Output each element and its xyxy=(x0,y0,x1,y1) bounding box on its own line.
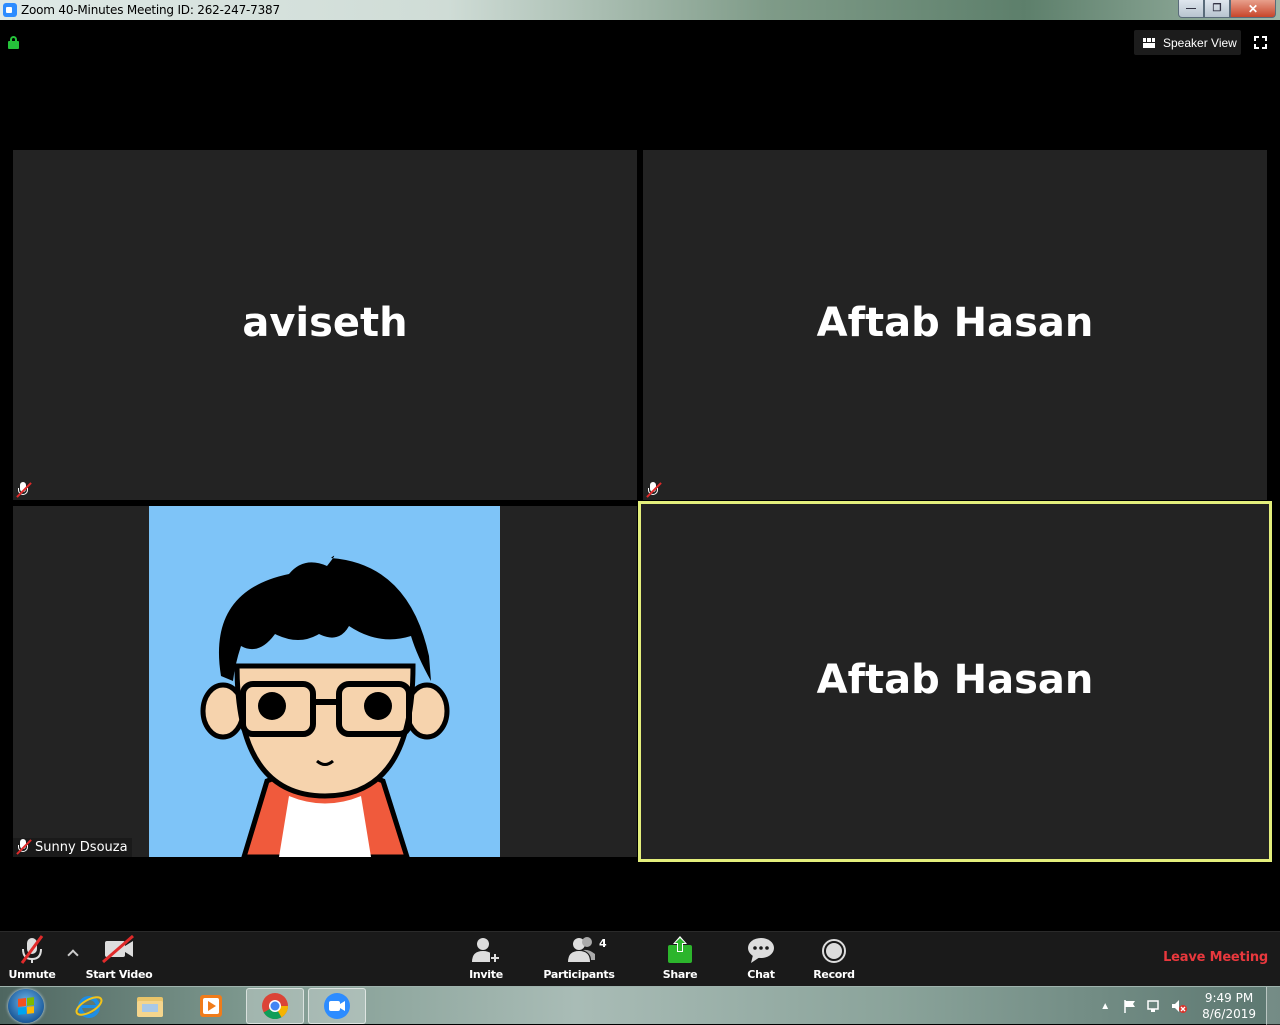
participant-name: Sunny Dsouza xyxy=(35,840,128,855)
chat-bubble-icon xyxy=(741,932,781,966)
video-tile-active-speaker[interactable]: Aftab Hasan xyxy=(638,501,1272,862)
participant-avatar xyxy=(149,506,500,857)
system-tray: ▲ 9:49 PM 8/6/2019 xyxy=(1100,987,1280,1025)
meeting-controls-toolbar: Unmute Start Video Invite 4 Participants… xyxy=(0,931,1280,986)
unmute-label: Unmute xyxy=(8,968,56,981)
participants-icon: 4 xyxy=(549,932,609,966)
participant-name: Aftab Hasan xyxy=(816,300,1094,346)
add-user-icon xyxy=(466,932,506,966)
participant-name: Aftab Hasan xyxy=(816,657,1094,703)
record-button[interactable]: Record xyxy=(812,932,856,987)
share-screen-icon xyxy=(660,932,700,966)
file-explorer-icon xyxy=(137,997,163,1017)
unmute-button[interactable]: Unmute xyxy=(8,932,56,987)
maximize-icon: ❐ xyxy=(1212,3,1222,14)
muted-mic-icon xyxy=(15,839,33,855)
clock-date: 8/6/2019 xyxy=(1202,1007,1256,1021)
fullscreen-icon[interactable] xyxy=(1254,36,1267,49)
start-video-label: Start Video xyxy=(85,968,153,981)
invite-button[interactable]: Invite xyxy=(466,932,506,987)
file-explorer-taskbar-button[interactable] xyxy=(121,988,179,1024)
speaker-view-label: Speaker View xyxy=(1163,35,1237,50)
participants-label: Participants xyxy=(543,968,615,981)
windows-taskbar: ▲ 9:49 PM 8/6/2019 xyxy=(0,986,1280,1025)
taskbar-clock[interactable]: 9:49 PM 8/6/2019 xyxy=(1202,990,1256,1022)
windows-logo-icon xyxy=(18,997,34,1015)
media-player-icon xyxy=(200,995,222,1017)
start-video-button[interactable]: Start Video xyxy=(85,932,153,987)
zoom-taskbar-button[interactable] xyxy=(308,988,366,1024)
audio-options-chevron-up-icon[interactable] xyxy=(66,948,80,958)
zoom-icon xyxy=(324,993,350,1019)
action-center-flag-icon[interactable] xyxy=(1122,998,1138,1014)
clock-time: 9:49 PM xyxy=(1204,991,1254,1005)
participant-name: aviseth xyxy=(242,300,408,346)
start-button[interactable] xyxy=(8,989,44,1023)
media-player-taskbar-button[interactable] xyxy=(182,988,240,1024)
internet-explorer-icon xyxy=(75,996,103,1018)
avatar-illustration xyxy=(200,555,450,857)
maximize-button[interactable]: ❐ xyxy=(1204,0,1230,18)
minimize-icon: — xyxy=(1186,3,1196,14)
muted-microphone-icon xyxy=(12,932,52,966)
zoom-app-icon xyxy=(3,3,17,17)
muted-mic-icon xyxy=(645,482,663,498)
internet-explorer-taskbar-button[interactable] xyxy=(60,988,118,1024)
volume-muted-icon[interactable] xyxy=(1170,998,1188,1014)
close-icon: ✕ xyxy=(1247,1,1259,16)
share-button[interactable]: Share xyxy=(660,932,700,987)
video-off-icon xyxy=(99,932,139,966)
window-title: Zoom 40-Minutes Meeting ID: 262-247-7387 xyxy=(21,3,280,17)
chat-label: Chat xyxy=(747,968,775,981)
participant-name-label: Sunny Dsouza xyxy=(13,838,132,857)
participants-count-badge: 4 xyxy=(599,937,607,950)
record-icon xyxy=(814,932,854,966)
speaker-view-button[interactable]: Speaker View xyxy=(1134,30,1241,55)
minimize-button[interactable]: — xyxy=(1178,0,1204,18)
chrome-icon xyxy=(262,993,289,1020)
network-icon[interactable] xyxy=(1146,998,1162,1014)
video-tile-aviseth[interactable]: aviseth xyxy=(13,150,637,500)
encryption-lock-icon[interactable] xyxy=(8,36,19,49)
invite-label: Invite xyxy=(469,968,503,981)
chat-button[interactable]: Chat xyxy=(741,932,781,987)
close-button[interactable]: ✕ xyxy=(1230,0,1276,18)
leave-meeting-button[interactable]: Leave Meeting xyxy=(1163,950,1268,965)
share-label: Share xyxy=(662,968,698,981)
video-tile-aftab-hasan[interactable]: Aftab Hasan xyxy=(643,150,1267,500)
muted-mic-icon xyxy=(15,482,33,498)
record-label: Record xyxy=(813,968,855,981)
window-title-bar: Zoom 40-Minutes Meeting ID: 262-247-7387… xyxy=(0,0,1280,20)
speaker-view-icon xyxy=(1143,37,1155,48)
show-hidden-icons-chevron-up-icon[interactable]: ▲ xyxy=(1100,1001,1110,1012)
window-controls: — ❐ ✕ xyxy=(1178,0,1276,18)
participants-button[interactable]: 4 Participants xyxy=(543,932,615,987)
chrome-taskbar-button[interactable] xyxy=(246,988,304,1024)
show-desktop-button[interactable] xyxy=(1266,987,1280,1025)
